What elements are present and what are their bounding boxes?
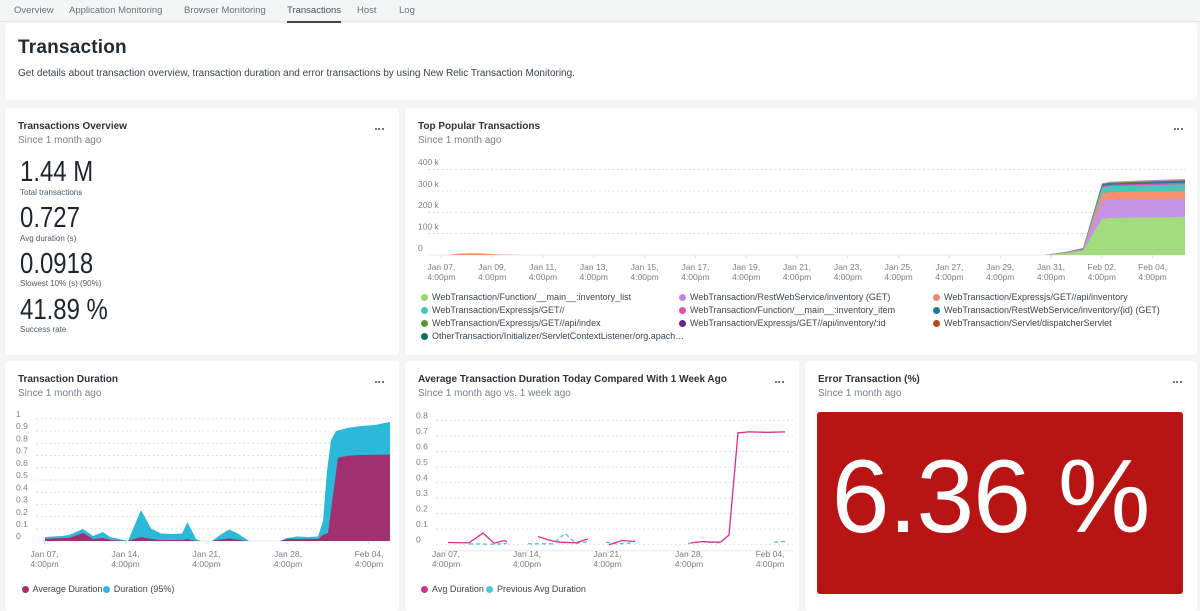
- svg-text:Jan 31,: Jan 31,: [1037, 262, 1065, 272]
- svg-text:Jan 07,: Jan 07,: [31, 549, 59, 559]
- svg-text:400 k: 400 k: [418, 157, 440, 167]
- svg-text:1: 1: [16, 409, 21, 419]
- svg-text:Jan 25,: Jan 25,: [885, 262, 913, 272]
- svg-text:0.7: 0.7: [16, 446, 28, 456]
- svg-text:4:00pm: 4:00pm: [986, 272, 1014, 282]
- svg-text:4:00pm: 4:00pm: [111, 559, 139, 569]
- svg-text:4:00pm: 4:00pm: [630, 272, 658, 282]
- svg-text:0.3: 0.3: [416, 488, 428, 498]
- svg-text:4:00pm: 4:00pm: [478, 272, 506, 282]
- svg-text:0.8: 0.8: [416, 411, 428, 421]
- svg-text:4:00pm: 4:00pm: [756, 559, 784, 569]
- svg-text:0.2: 0.2: [16, 507, 28, 517]
- svg-text:0: 0: [16, 531, 21, 541]
- svg-text:Feb 02,: Feb 02,: [1087, 262, 1116, 272]
- svg-text:4:00pm: 4:00pm: [274, 559, 302, 569]
- svg-text:0.4: 0.4: [16, 482, 28, 492]
- svg-text:0.1: 0.1: [16, 519, 28, 529]
- svg-text:0.5: 0.5: [416, 457, 428, 467]
- svg-text:0: 0: [418, 243, 423, 253]
- svg-text:4:00pm: 4:00pm: [355, 559, 383, 569]
- svg-text:0.3: 0.3: [16, 495, 28, 505]
- svg-text:0.6: 0.6: [16, 458, 28, 468]
- svg-text:Jan 14,: Jan 14,: [112, 549, 140, 559]
- svg-text:0.8: 0.8: [16, 434, 28, 444]
- svg-text:4:00pm: 4:00pm: [427, 272, 455, 282]
- svg-text:4:00pm: 4:00pm: [30, 559, 58, 569]
- svg-text:Jan 14,: Jan 14,: [513, 549, 541, 559]
- svg-text:4:00pm: 4:00pm: [1037, 272, 1065, 282]
- svg-text:Jan 19,: Jan 19,: [732, 262, 760, 272]
- svg-text:0.9: 0.9: [16, 421, 28, 431]
- svg-text:Jan 07,: Jan 07,: [427, 262, 455, 272]
- svg-text:Jan 28,: Jan 28,: [675, 549, 703, 559]
- svg-text:0.4: 0.4: [416, 473, 428, 483]
- svg-text:Feb 04,: Feb 04,: [1138, 262, 1167, 272]
- svg-text:4:00pm: 4:00pm: [681, 272, 709, 282]
- svg-text:4:00pm: 4:00pm: [593, 559, 621, 569]
- svg-text:4:00pm: 4:00pm: [675, 559, 703, 569]
- svg-text:4:00pm: 4:00pm: [529, 272, 557, 282]
- svg-text:4:00pm: 4:00pm: [192, 559, 220, 569]
- svg-text:Feb 04,: Feb 04,: [756, 549, 785, 559]
- svg-text:0.7: 0.7: [416, 426, 428, 436]
- svg-text:0: 0: [416, 535, 421, 545]
- svg-text:100 k: 100 k: [418, 222, 440, 232]
- svg-text:0.6: 0.6: [416, 442, 428, 452]
- svg-text:4:00pm: 4:00pm: [884, 272, 912, 282]
- svg-text:4:00pm: 4:00pm: [580, 272, 608, 282]
- svg-text:Jan 11,: Jan 11,: [529, 262, 556, 272]
- svg-text:Jan 23,: Jan 23,: [834, 262, 862, 272]
- svg-text:Jan 09,: Jan 09,: [478, 262, 506, 272]
- svg-text:Jan 07,: Jan 07,: [432, 549, 460, 559]
- svg-text:4:00pm: 4:00pm: [783, 272, 811, 282]
- svg-text:Jan 17,: Jan 17,: [681, 262, 709, 272]
- svg-text:Feb 04,: Feb 04,: [355, 549, 384, 559]
- svg-text:4:00pm: 4:00pm: [432, 559, 460, 569]
- svg-text:4:00pm: 4:00pm: [935, 272, 963, 282]
- svg-text:0.5: 0.5: [16, 470, 28, 480]
- svg-text:Jan 28,: Jan 28,: [274, 549, 302, 559]
- svg-text:4:00pm: 4:00pm: [513, 559, 541, 569]
- svg-text:200 k: 200 k: [418, 200, 440, 210]
- svg-text:Jan 29,: Jan 29,: [986, 262, 1014, 272]
- svg-text:4:00pm: 4:00pm: [834, 272, 862, 282]
- svg-text:Jan 21,: Jan 21,: [594, 549, 622, 559]
- svg-text:4:00pm: 4:00pm: [1088, 272, 1116, 282]
- svg-text:Jan 21,: Jan 21,: [783, 262, 811, 272]
- svg-text:0.1: 0.1: [416, 519, 428, 529]
- svg-text:Jan 13,: Jan 13,: [580, 262, 608, 272]
- svg-text:4:00pm: 4:00pm: [1138, 272, 1166, 282]
- svg-text:0.2: 0.2: [416, 504, 428, 514]
- svg-text:4:00pm: 4:00pm: [732, 272, 760, 282]
- svg-text:300 k: 300 k: [418, 179, 440, 189]
- svg-text:Jan 27,: Jan 27,: [935, 262, 963, 272]
- svg-text:Jan 21,: Jan 21,: [193, 549, 221, 559]
- svg-text:Jan 15,: Jan 15,: [631, 262, 659, 272]
